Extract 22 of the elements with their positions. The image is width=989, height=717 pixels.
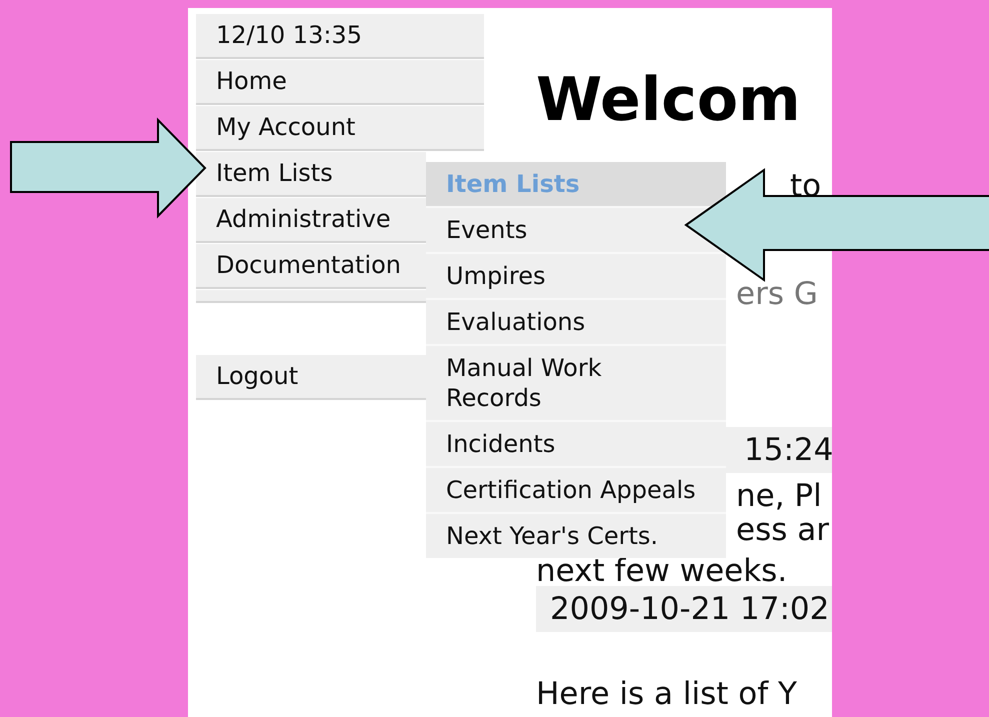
timestamp: 2009-10-21 17:02 — [550, 590, 830, 629]
sidebar-item[interactable]: Documentation — [196, 244, 426, 289]
body-text: ess ar — [736, 513, 829, 547]
sidebar-item[interactable]: Administrative — [196, 198, 426, 243]
body-text: ers G — [736, 277, 818, 311]
timestamp: 15:24 — [744, 431, 832, 470]
menu-item[interactable]: Evaluations — [426, 300, 726, 344]
page-heading: Welcom — [536, 70, 801, 130]
menu-item[interactable]: Umpires — [426, 254, 726, 298]
clock-text: 12/10 13:35 — [196, 14, 484, 59]
menu-item[interactable]: Certification Appeals — [426, 468, 726, 512]
menu-item[interactable]: Manual Work Records — [426, 346, 726, 420]
body-text: next few weeks. — [536, 557, 788, 585]
menu-item[interactable]: Incidents — [426, 422, 726, 466]
body-text: ne, Pl — [736, 479, 822, 513]
sidebar-item[interactable]: My Account — [196, 106, 484, 151]
body-text: Here is a list of Y — [536, 677, 797, 711]
menu-item[interactable]: Next Year's Certs. — [426, 514, 726, 558]
logout-link[interactable]: Logout — [196, 355, 426, 400]
menu-title: Item Lists — [426, 162, 726, 206]
sidebar-item[interactable]: Home — [196, 60, 484, 105]
sidebar-item[interactable]: Item Lists — [196, 152, 426, 197]
